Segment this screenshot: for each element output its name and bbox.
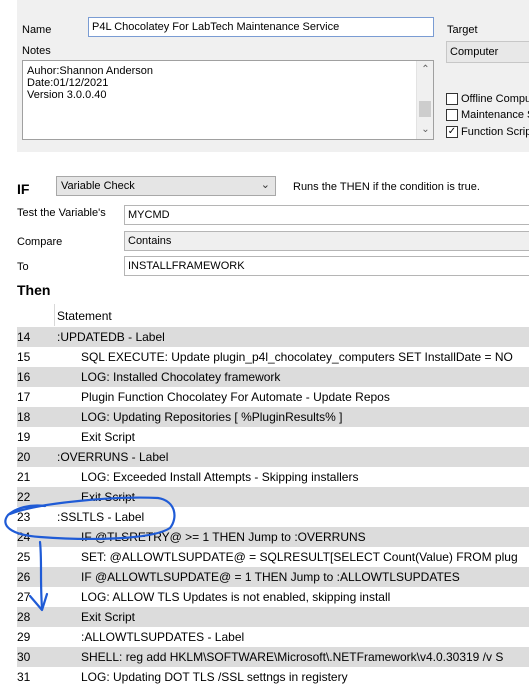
scroll-up-icon[interactable]: ⌃ — [417, 62, 434, 78]
line-number: 20 — [17, 450, 31, 464]
line-number: 26 — [17, 570, 31, 584]
statement-row[interactable]: 29 :ALLOWTLSUPDATES - Label — [17, 627, 529, 647]
statement-text: IF @ALLOWTLSUPDATE@ = 1 THEN Jump to :AL… — [81, 570, 460, 584]
line-number: 15 — [17, 350, 31, 364]
test-variable-label: Test the Variable's — [17, 207, 106, 219]
line-number: 31 — [17, 670, 31, 684]
statement-row[interactable]: 21 LOG: Exceeded Install Attempts - Skipp… — [17, 467, 529, 487]
statement-text: LOG: ALLOW TLS Updates is not enabled, s… — [81, 590, 391, 604]
statement-row[interactable]: 22 Exit Script — [17, 487, 529, 507]
notes-textarea[interactable]: Auhor:Shannon Anderson Date:01/12/2021 V… — [22, 60, 434, 140]
scroll-thumb[interactable] — [419, 101, 431, 117]
line-number: 21 — [17, 470, 31, 484]
statement-text: Exit Script — [81, 610, 136, 624]
statement-row[interactable]: 20 :OVERRUNS - Label — [17, 447, 529, 467]
if-heading: IF — [17, 181, 30, 197]
checkbox-label: Offline Compu — [461, 93, 529, 105]
compare-select[interactable]: Contains — [124, 231, 529, 251]
statement-text: SET: @ALLOWTLSUPDATE@ = SQLRESULT[SELECT… — [81, 550, 518, 564]
name-label: Name — [22, 24, 52, 36]
statement-text: Exit Script — [81, 490, 136, 504]
line-number: 25 — [17, 550, 31, 564]
then-heading: Then — [17, 282, 51, 298]
line-number: 16 — [17, 370, 31, 384]
statement-text: Plugin Function Chocolatey For Automate … — [81, 390, 390, 404]
statement-row[interactable]: 31 LOG: Updating DOT TLS /SSL settngs in … — [17, 667, 529, 687]
statement-text: LOG: Updating DOT TLS /SSL settngs in re… — [81, 670, 348, 684]
statement-row[interactable]: 24 IF @TLSRETRY@ >= 1 THEN Jump to :OVERR… — [17, 527, 529, 547]
line-number: 22 — [17, 490, 31, 504]
statement-text: :ALLOWTLSUPDATES - Label — [81, 630, 245, 644]
checkbox-box[interactable] — [446, 93, 458, 105]
statement-row[interactable]: 23 :SSLTLS - Label — [17, 507, 529, 527]
line-number: 29 — [17, 630, 31, 644]
notes-scrollbar[interactable]: ⌃ ⌄ — [416, 61, 433, 139]
statement-text: LOG: Updating Repositories [ %PluginResu… — [81, 410, 343, 424]
statement-row[interactable]: 30 SHELL: reg add HKLM\SOFTWARE\Microsoft… — [17, 647, 529, 667]
statement-list: 14 :UPDATEDB - Label 15 SQL EXECUTE: Update… — [17, 327, 529, 687]
statement-text: LOG: Installed Chocolatey framework — [81, 370, 281, 384]
checkbox-box[interactable] — [446, 109, 458, 121]
column-separator — [54, 304, 55, 326]
chevron-down-icon: ⌄ — [260, 179, 270, 191]
target-label: Target — [447, 24, 478, 36]
statement-text: :OVERRUNS - Label — [57, 450, 169, 464]
condition-description: Runs the THEN if the condition is true. — [293, 181, 480, 193]
line-number: 27 — [17, 590, 31, 604]
statement-row[interactable]: 26 IF @ALLOWTLSUPDATE@ = 1 THEN Jump to :… — [17, 567, 529, 587]
statement-row[interactable]: 15 SQL EXECUTE: Update plugin_p4l_chocola… — [17, 347, 529, 367]
notes-label: Notes — [22, 45, 51, 57]
name-input[interactable]: P4L Chocolatey For LabTech Maintenance S… — [88, 17, 434, 37]
statement-text: Exit Script — [81, 430, 136, 444]
offline-computers-checkbox[interactable]: Offline Compu — [446, 92, 529, 106]
line-number: 18 — [17, 410, 31, 424]
condition-type-value: Variable Check — [61, 180, 135, 192]
statement-row[interactable]: 18 LOG: Updating Repositories [ %PluginRe… — [17, 407, 529, 427]
statement-row[interactable]: 14 :UPDATEDB - Label — [17, 327, 529, 347]
target-select[interactable]: Computer — [446, 41, 529, 63]
statement-text: IF @TLSRETRY@ >= 1 THEN Jump to :OVERRUN… — [81, 530, 366, 544]
line-number: 17 — [17, 390, 31, 404]
line-number: 14 — [17, 330, 31, 344]
checkbox-box[interactable]: ✓ — [446, 126, 458, 138]
statement-text: :SSLTLS - Label — [57, 510, 145, 524]
statement-row[interactable]: 17 Plugin Function Chocolatey For Automat… — [17, 387, 529, 407]
statement-text: :UPDATEDB - Label — [57, 330, 165, 344]
statement-text: SHELL: reg add HKLM\SOFTWARE\Microsoft\.… — [81, 650, 504, 664]
statement-row[interactable]: 25 SET: @ALLOWTLSUPDATE@ = SQLRESULT[SELE… — [17, 547, 529, 567]
line-number: 28 — [17, 610, 31, 624]
notes-line: Auhor:Shannon Anderson — [27, 65, 153, 77]
line-number: 19 — [17, 430, 31, 444]
to-label: To — [17, 261, 29, 273]
checkmark-icon: ✓ — [447, 126, 457, 137]
notes-line: Version 3.0.0.40 — [27, 89, 107, 101]
checkbox-label: Function Script — [461, 126, 529, 138]
maintenance-checkbox[interactable]: Maintenance S — [446, 108, 529, 122]
statement-row[interactable]: 16 LOG: Installed Chocolatey framework — [17, 367, 529, 387]
checkbox-label: Maintenance S — [461, 109, 529, 121]
statement-header-label: Statement — [57, 309, 112, 323]
statement-row[interactable]: 27 LOG: ALLOW TLS Updates is not enabled,… — [17, 587, 529, 607]
compare-label: Compare — [17, 236, 63, 248]
condition-type-select[interactable]: Variable Check ⌄ — [56, 176, 276, 196]
statement-row[interactable]: 19 Exit Script — [17, 427, 529, 447]
line-number: 30 — [17, 650, 31, 664]
statement-column-header[interactable]: Statement — [17, 304, 529, 326]
function-script-checkbox[interactable]: ✓ Function Script — [446, 125, 529, 139]
test-variable-input[interactable]: MYCMD — [124, 205, 529, 225]
scroll-down-icon[interactable]: ⌄ — [417, 122, 434, 138]
statement-row[interactable]: 28 Exit Script — [17, 607, 529, 627]
line-number: 23 — [17, 510, 31, 524]
line-number: 24 — [17, 530, 31, 544]
to-input[interactable]: INSTALLFRAMEWORK — [124, 256, 529, 276]
notes-line: Date:01/12/2021 — [27, 77, 109, 89]
statement-text: LOG: Exceeded Install Attempts - Skippin… — [81, 470, 359, 484]
statement-text: SQL EXECUTE: Update plugin_p4l_chocolate… — [81, 350, 513, 364]
